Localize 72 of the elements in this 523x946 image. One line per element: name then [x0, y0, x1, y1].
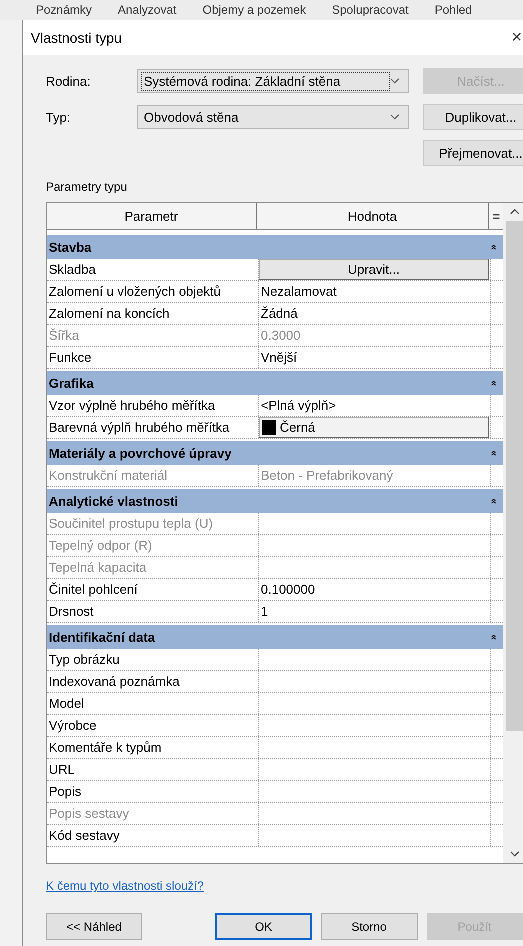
- scroll-up-icon[interactable]: [510, 209, 520, 215]
- value-cell-text: Vnější: [260, 350, 298, 365]
- parameter-cell: Model: [47, 693, 259, 714]
- dropdown[interactable]: Obvodová stěna: [137, 105, 409, 129]
- parameter-cell: Drsnost: [47, 601, 259, 622]
- parameter-cell: Šířka: [47, 325, 259, 346]
- window-title: Vlastnosti typu: [31, 30, 122, 46]
- parameter-cell: Součinitel prostupu tepla (U): [47, 513, 259, 534]
- parameter-cell: Popis sestavy: [47, 803, 259, 824]
- column-header[interactable]: =: [489, 203, 504, 229]
- parameter-cell: URL: [47, 759, 259, 780]
- value-cell-text: Nezalamovat: [260, 284, 337, 299]
- collapse-icon[interactable]: »: [488, 244, 500, 250]
- parameter-cell: Indexovaná poznámka: [47, 671, 259, 692]
- value-cell-text: 0.100000: [260, 582, 316, 597]
- parameter-cell: Konstrukční materiál: [47, 465, 259, 486]
- value-cell-text: Beton - Prefabrikovaný: [260, 468, 394, 483]
- value-cell-text: Žádná: [260, 306, 298, 321]
- close-button[interactable]: ×: [501, 27, 523, 48]
- collapse-icon[interactable]: »: [488, 380, 500, 386]
- parameter-cell: Tepelná kapacita: [47, 557, 259, 578]
- section-label: Parametry typu: [46, 180, 128, 194]
- value-cell-text: 1: [260, 604, 268, 619]
- group-title: Stavba: [49, 240, 92, 254]
- group-header[interactable]: Identifikační data »: [47, 625, 503, 649]
- ribbon-tab[interactable]: Pohled: [434, 3, 472, 17]
- value-cell-text: <Plná výplň>: [260, 398, 336, 413]
- parameter-cell: Zalomení u vložených objektů: [47, 281, 259, 302]
- parameter-cell: Zalomení na koncích: [47, 303, 259, 324]
- parameter-cell: Činitel pohlcení: [47, 579, 259, 600]
- help-link[interactable]: K čemu tyto vlastnosti slouží?: [46, 879, 204, 893]
- value-cell-text: 0.3000: [260, 328, 301, 343]
- parameter-cell: Typ obrázku: [47, 649, 259, 670]
- scroll-thumb[interactable]: [506, 221, 523, 731]
- edit-button[interactable]: Upravit...: [259, 259, 489, 280]
- parameter-cell: Vzor výplně hrubého měřítka: [47, 395, 259, 416]
- color-swatch-icon: [262, 420, 276, 435]
- group-title: Identifikační data: [49, 630, 156, 644]
- chevron-down-icon: [390, 78, 400, 84]
- group-header[interactable]: Grafika »: [47, 371, 503, 395]
- ribbon-tab[interactable]: Objemy a pozemek: [202, 3, 306, 17]
- group-title: Grafika: [49, 376, 94, 390]
- field-label: Rodina:: [46, 74, 92, 88]
- chevron-down-icon: [390, 114, 400, 120]
- dialog-button[interactable]: << Náhled: [46, 913, 142, 940]
- color-button[interactable]: Černá: [259, 417, 489, 438]
- group-header[interactable]: Materiály a povrchové úpravy »: [47, 441, 503, 465]
- dialog-button[interactable]: Storno: [321, 913, 418, 940]
- collapse-icon[interactable]: »: [488, 634, 500, 640]
- scroll-down-icon[interactable]: [510, 851, 520, 857]
- ribbon-tab[interactable]: Poznámky: [36, 3, 92, 17]
- parameter-cell: Funkce: [47, 347, 259, 368]
- collapse-icon[interactable]: »: [488, 498, 500, 504]
- group-title: Analytické vlastnosti: [49, 494, 178, 508]
- field-label: Typ:: [46, 110, 72, 124]
- group-header[interactable]: Analytické vlastnosti »: [47, 489, 503, 513]
- side-button[interactable]: Duplikovat...: [423, 104, 523, 130]
- parameter-cell: Tepelný odpor (R): [47, 535, 259, 556]
- ribbon-tab[interactable]: Spolupracovat: [332, 3, 409, 17]
- parameter-cell: Komentáře k typům: [47, 737, 259, 758]
- column-header[interactable]: Hodnota: [257, 203, 489, 229]
- column-header[interactable]: Parametr: [47, 203, 257, 229]
- collapse-icon[interactable]: »: [488, 450, 500, 456]
- parameter-cell: Výrobce: [47, 715, 259, 736]
- group-title: Materiály a povrchové úpravy: [49, 446, 232, 460]
- parameter-cell: Popis: [47, 781, 259, 802]
- dropdown[interactable]: Systémová rodina: Základní stěna: [137, 69, 409, 93]
- parameter-cell: Kód sestavy: [47, 825, 259, 846]
- ribbon-tab[interactable]: Analyzovat: [118, 3, 177, 17]
- group-header[interactable]: Stavba »: [47, 235, 503, 259]
- rename-button[interactable]: Přejmenovat...: [423, 140, 523, 166]
- dialog-button[interactable]: OK: [215, 913, 312, 940]
